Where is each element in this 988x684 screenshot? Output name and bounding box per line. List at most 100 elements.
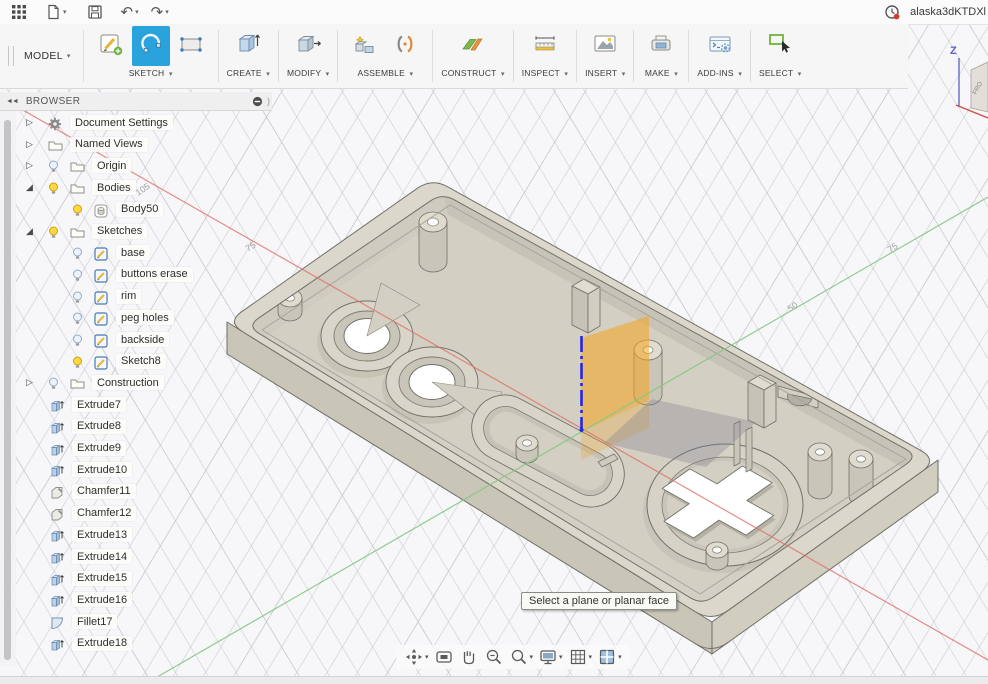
toolbar-group-label[interactable]: CONSTRUCT ▾ xyxy=(441,68,504,78)
visibility-bulb-off-icon[interactable] xyxy=(72,247,83,260)
chevron-down-icon[interactable]: ▾ xyxy=(530,653,534,661)
expand-arrow-open-icon[interactable]: ◢ xyxy=(26,182,33,193)
browser-item-label[interactable]: Chamfer12 xyxy=(72,506,136,521)
notifications-clock-icon[interactable] xyxy=(884,4,900,20)
tool-extrude[interactable] xyxy=(229,26,267,66)
nav-zoom-window-button[interactable]: ▾ xyxy=(509,647,534,667)
file-new-icon[interactable]: ▾ xyxy=(46,4,67,20)
nav-zoom-button[interactable] xyxy=(484,647,504,667)
chevron-down-icon[interactable]: ▾ xyxy=(425,653,429,661)
main-toolbar: MODEL ▾ SKETCH ▾ CREATE ▾ MODIFY ▾ ASSEMBLE… xyxy=(0,24,908,89)
toolbar-group-label[interactable]: INSERT ▾ xyxy=(585,68,625,78)
chevron-down-icon[interactable]: ▾ xyxy=(618,653,622,661)
browser-item-label[interactable]: Chamfer11 xyxy=(72,484,136,499)
nav-pan-button[interactable] xyxy=(459,647,479,667)
expand-arrow-closed-icon[interactable]: ▷ xyxy=(26,139,33,150)
tool-scripts-addins[interactable] xyxy=(701,26,739,66)
toolbar-group-label[interactable]: SELECT ▾ xyxy=(759,68,801,78)
tool-press-pull[interactable] xyxy=(289,26,327,66)
visibility-bulb-off-icon[interactable] xyxy=(72,291,83,304)
visibility-bulb-on-icon[interactable] xyxy=(72,356,83,369)
workspace-selector[interactable]: MODEL ▾ xyxy=(14,24,81,88)
app-menu-icon[interactable] xyxy=(12,5,26,19)
titlebar: ▾ ↶▾ ↷▾ alaska3dKTDXl xyxy=(0,0,988,25)
expand-arrow-closed-icon[interactable]: ▷ xyxy=(26,117,33,128)
save-icon[interactable] xyxy=(87,4,103,20)
browser-item-label[interactable]: Sketches xyxy=(92,224,147,239)
undo-icon[interactable]: ↶▾ xyxy=(121,5,139,20)
browser-item-label[interactable]: Extrude13 xyxy=(72,527,132,542)
browser-item-label[interactable]: Extrude18 xyxy=(72,636,132,651)
chevron-down-icon[interactable]: ▾ xyxy=(559,653,563,661)
tool-select-window[interactable] xyxy=(761,26,799,66)
toolbar-group-label[interactable]: ADD-INS ▾ xyxy=(697,68,742,78)
browser-item-label[interactable]: Bodies xyxy=(92,180,136,195)
browser-item-label[interactable]: Extrude7 xyxy=(72,397,126,412)
browser-item-label[interactable]: Named Views xyxy=(70,137,148,152)
expand-arrow-open-icon[interactable]: ◢ xyxy=(26,226,33,237)
browser-item-label[interactable]: Body50 xyxy=(116,202,163,217)
nav-orbit-button[interactable]: ▾ xyxy=(404,647,429,667)
tool-construction-plane[interactable] xyxy=(454,26,492,66)
browser-item-label[interactable]: Extrude16 xyxy=(72,592,132,607)
toolbar-group-label[interactable]: MAKE ▾ xyxy=(645,68,678,78)
visibility-bulb-off-icon[interactable] xyxy=(72,312,83,325)
tool-measure[interactable] xyxy=(526,26,564,66)
tool-insert-image[interactable] xyxy=(586,26,624,66)
toolbar-group-label[interactable]: ASSEMBLE ▾ xyxy=(358,68,414,78)
boss-peg-right-1[interactable] xyxy=(808,443,832,499)
folder-icon xyxy=(70,377,85,389)
browser-scrollbar[interactable] xyxy=(4,120,11,660)
browser-item-label[interactable]: Extrude15 xyxy=(72,571,132,586)
chevron-down-icon[interactable]: ▾ xyxy=(589,653,593,661)
nav-viewports-button[interactable]: ▾ xyxy=(597,647,622,667)
visibility-bulb-off-icon[interactable] xyxy=(72,334,83,347)
post-slab-b[interactable] xyxy=(748,375,776,428)
zoom-window-icon xyxy=(509,647,529,667)
toolbar-group-label[interactable]: SKETCH ▾ xyxy=(129,68,173,78)
nav-look-at-button[interactable] xyxy=(434,647,454,667)
panel-options-icon[interactable] xyxy=(252,96,263,107)
browser-item-label[interactable]: Construction xyxy=(92,375,164,390)
tool-joint[interactable] xyxy=(346,26,384,66)
visibility-bulb-on-icon[interactable] xyxy=(48,182,59,195)
tool-sketch-arc[interactable] xyxy=(132,26,170,66)
browser-item-label[interactable]: Extrude14 xyxy=(72,549,132,564)
redo-icon[interactable]: ↷▾ xyxy=(151,5,169,20)
toolbar-group-separator xyxy=(576,30,577,82)
nav-display-settings-button[interactable]: ▾ xyxy=(538,647,563,667)
browser-item-label[interactable]: Extrude8 xyxy=(72,419,126,434)
nav-grid-layout-button[interactable]: ▾ xyxy=(568,647,593,667)
browser-item-label[interactable]: Origin xyxy=(92,158,131,173)
toolbar-group-label[interactable]: CREATE ▾ xyxy=(227,68,270,78)
tool-sketch-rectangle[interactable] xyxy=(172,26,210,66)
collapse-panel-icon[interactable]: ◄◄ xyxy=(6,98,18,105)
tool-as-built-joint[interactable] xyxy=(386,26,424,66)
browser-item-label[interactable]: Fillet17 xyxy=(72,614,117,629)
visibility-bulb-on-icon[interactable] xyxy=(48,226,59,239)
browser-item-label[interactable]: rim xyxy=(116,289,141,304)
browser-item-label[interactable]: backside xyxy=(116,332,169,347)
browser-item-label[interactable]: base xyxy=(116,245,150,260)
toolbar-group-label[interactable]: INSPECT ▾ xyxy=(522,68,568,78)
post-slab-a[interactable] xyxy=(572,279,600,333)
visibility-bulb-off-icon[interactable] xyxy=(72,269,83,282)
browser-item-label[interactable]: Extrude10 xyxy=(72,462,132,477)
expand-arrow-closed-icon[interactable]: ▷ xyxy=(26,377,33,388)
visibility-bulb-off-icon[interactable] xyxy=(48,377,59,390)
sketch-origin-point[interactable] xyxy=(580,428,584,432)
browser-item-label[interactable]: Document Settings xyxy=(70,115,173,130)
sketch-arc-icon xyxy=(137,30,165,63)
browser-item-label[interactable]: Sketch8 xyxy=(116,354,166,369)
view-cube[interactable]: Z FRO xyxy=(950,45,988,118)
browser-item-label[interactable]: peg holes xyxy=(116,310,174,325)
expand-arrow-closed-icon[interactable]: ▷ xyxy=(26,160,33,171)
tool-print-3d[interactable] xyxy=(642,26,680,66)
browser-item-label[interactable]: buttons erase xyxy=(116,267,193,282)
tool-create-sketch[interactable] xyxy=(92,26,130,66)
boss-cylinder-tall[interactable] xyxy=(419,212,447,272)
toolbar-group-label[interactable]: MODIFY ▾ xyxy=(287,68,329,78)
browser-item-label[interactable]: Extrude9 xyxy=(72,441,126,456)
visibility-bulb-on-icon[interactable] xyxy=(72,204,83,217)
visibility-bulb-off-icon[interactable] xyxy=(48,160,59,173)
